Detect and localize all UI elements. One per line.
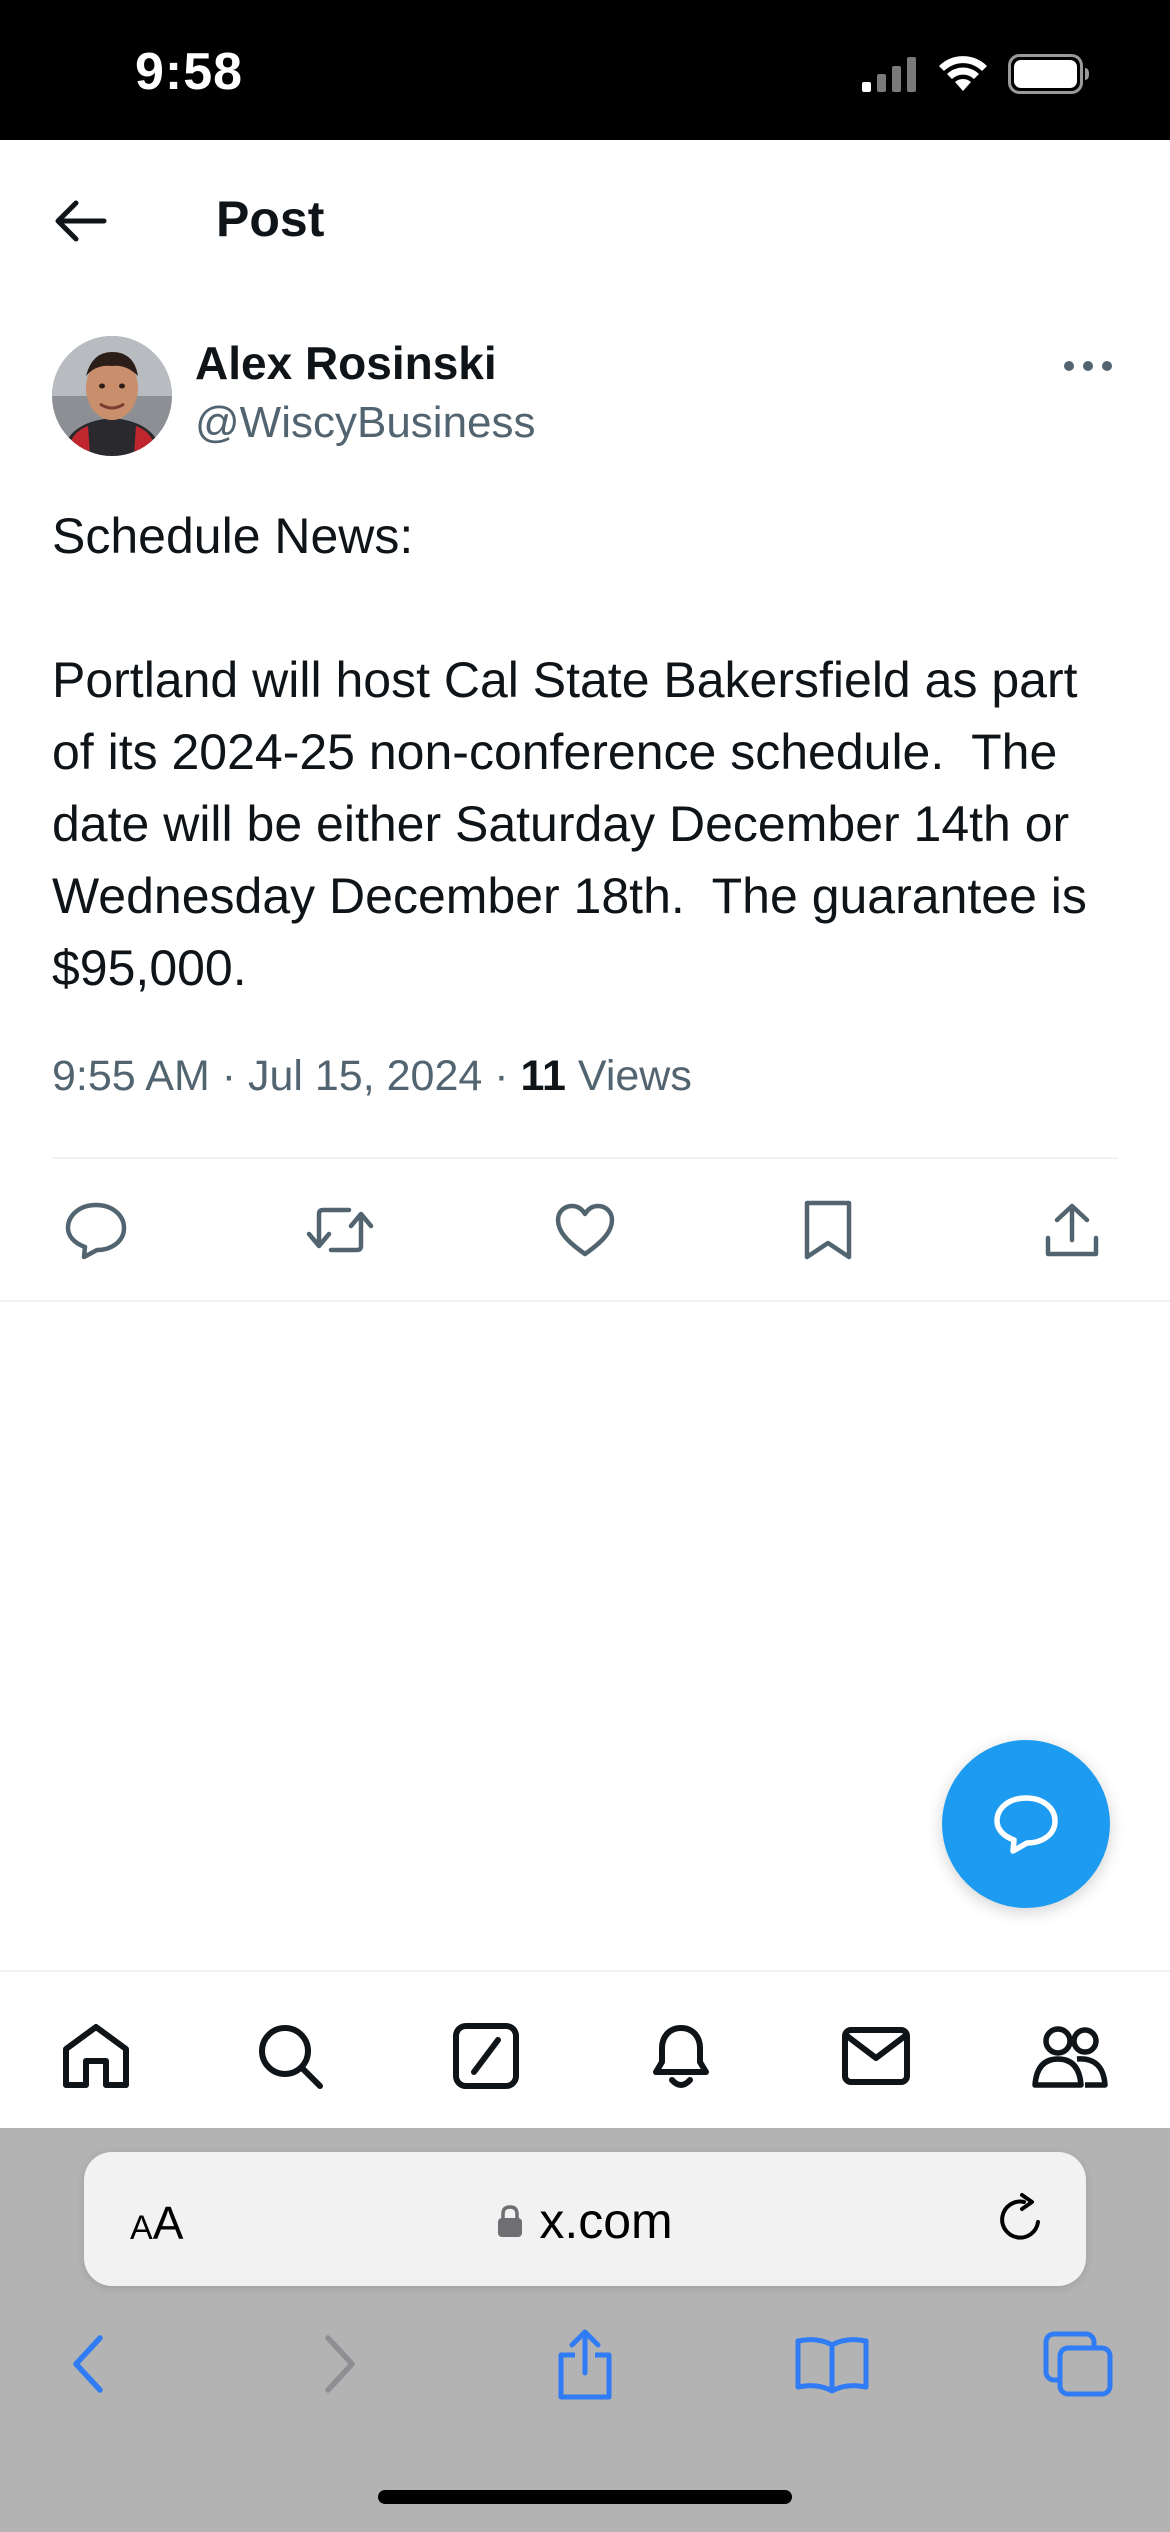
- author-name[interactable]: Alex Rosinski: [195, 336, 497, 390]
- browser-toolbar: AA x.com: [0, 2128, 1170, 2532]
- views-count: 11: [520, 1052, 566, 1100]
- home-icon: [63, 2024, 129, 2088]
- wifi-icon: [939, 56, 987, 91]
- nav-search[interactable]: [250, 2016, 330, 2096]
- share-icon: [1045, 1203, 1099, 1257]
- bookmarks-icon: [795, 2337, 869, 2394]
- nav-notifications[interactable]: [641, 2016, 721, 2096]
- post-actions: [0, 1190, 1170, 1270]
- back-button[interactable]: [50, 198, 110, 244]
- like-icon: [555, 1203, 615, 1257]
- more-horizontal-icon: [1064, 361, 1112, 371]
- divider: [52, 1157, 1118, 1159]
- bottom-nav: [0, 1970, 1170, 2130]
- bookmark-icon: [804, 1200, 852, 1260]
- chevron-left-icon: [73, 2335, 103, 2393]
- tabs-icon: [1043, 2331, 1113, 2397]
- repost-icon: [306, 1207, 374, 1253]
- browser-share-button[interactable]: [545, 2324, 625, 2404]
- cellular-signal-icon: [862, 57, 916, 92]
- status-icons: [862, 54, 1090, 94]
- page-title: Post: [216, 191, 325, 247]
- reload-icon: [1000, 2193, 1040, 2240]
- browser-back-button[interactable]: [48, 2324, 128, 2404]
- reply-fab-button[interactable]: [942, 1740, 1110, 1908]
- post-text: Schedule News: Portland will host Cal St…: [52, 508, 1087, 996]
- address-bar[interactable]: AA x.com: [84, 2152, 1086, 2286]
- url-display: x.com: [84, 2192, 1086, 2250]
- notifications-icon: [653, 2025, 709, 2088]
- grok-icon: [453, 2023, 519, 2089]
- arrow-left-icon: [55, 200, 107, 242]
- nav-grok[interactable]: [446, 2016, 526, 2096]
- divider: [0, 1300, 1170, 1302]
- messages-icon: [842, 2027, 910, 2085]
- browser-tabs-button[interactable]: [1038, 2324, 1118, 2404]
- home-indicator: [378, 2490, 792, 2504]
- like-button[interactable]: [545, 1190, 625, 1270]
- nav-communities[interactable]: [1030, 2016, 1110, 2096]
- nav-messages[interactable]: [836, 2016, 916, 2096]
- battery-icon: [1008, 54, 1089, 94]
- url-text: x.com: [539, 2193, 673, 2249]
- avatar-photo: [52, 336, 172, 456]
- more-options-button[interactable]: [1060, 350, 1116, 382]
- reply-icon: [65, 1202, 127, 1260]
- browser-forward-button[interactable]: [300, 2324, 380, 2404]
- author-handle[interactable]: @WiscyBusiness: [195, 398, 536, 448]
- reload-button[interactable]: [994, 2192, 1048, 2246]
- reply-button[interactable]: [56, 1190, 136, 1270]
- views-label: Views: [577, 1052, 692, 1100]
- post-timestamp[interactable]: 9:55 AM · Jul 15, 2024 ·: [52, 1052, 521, 1100]
- share-button[interactable]: [1032, 1190, 1112, 1270]
- post-header-bar: Post: [0, 140, 1170, 300]
- bookmark-button[interactable]: [788, 1190, 868, 1270]
- status-time: 9:58: [135, 43, 244, 101]
- share-icon: [558, 2329, 612, 2400]
- lock-icon: [498, 2205, 523, 2237]
- reply-plus-icon: [994, 1795, 1058, 1854]
- search-icon: [259, 2025, 323, 2089]
- post-metadata: 9:55 AM · Jul 15, 2024 · 11 Views: [52, 1052, 692, 1101]
- browser-bookmarks-button[interactable]: [792, 2324, 872, 2404]
- communities-icon: [1032, 2026, 1108, 2088]
- avatar[interactable]: [52, 336, 172, 456]
- nav-home[interactable]: [56, 2016, 136, 2096]
- repost-button[interactable]: [300, 1190, 380, 1270]
- status-bar: 9:58: [0, 0, 1170, 140]
- chevron-right-icon: [325, 2335, 355, 2393]
